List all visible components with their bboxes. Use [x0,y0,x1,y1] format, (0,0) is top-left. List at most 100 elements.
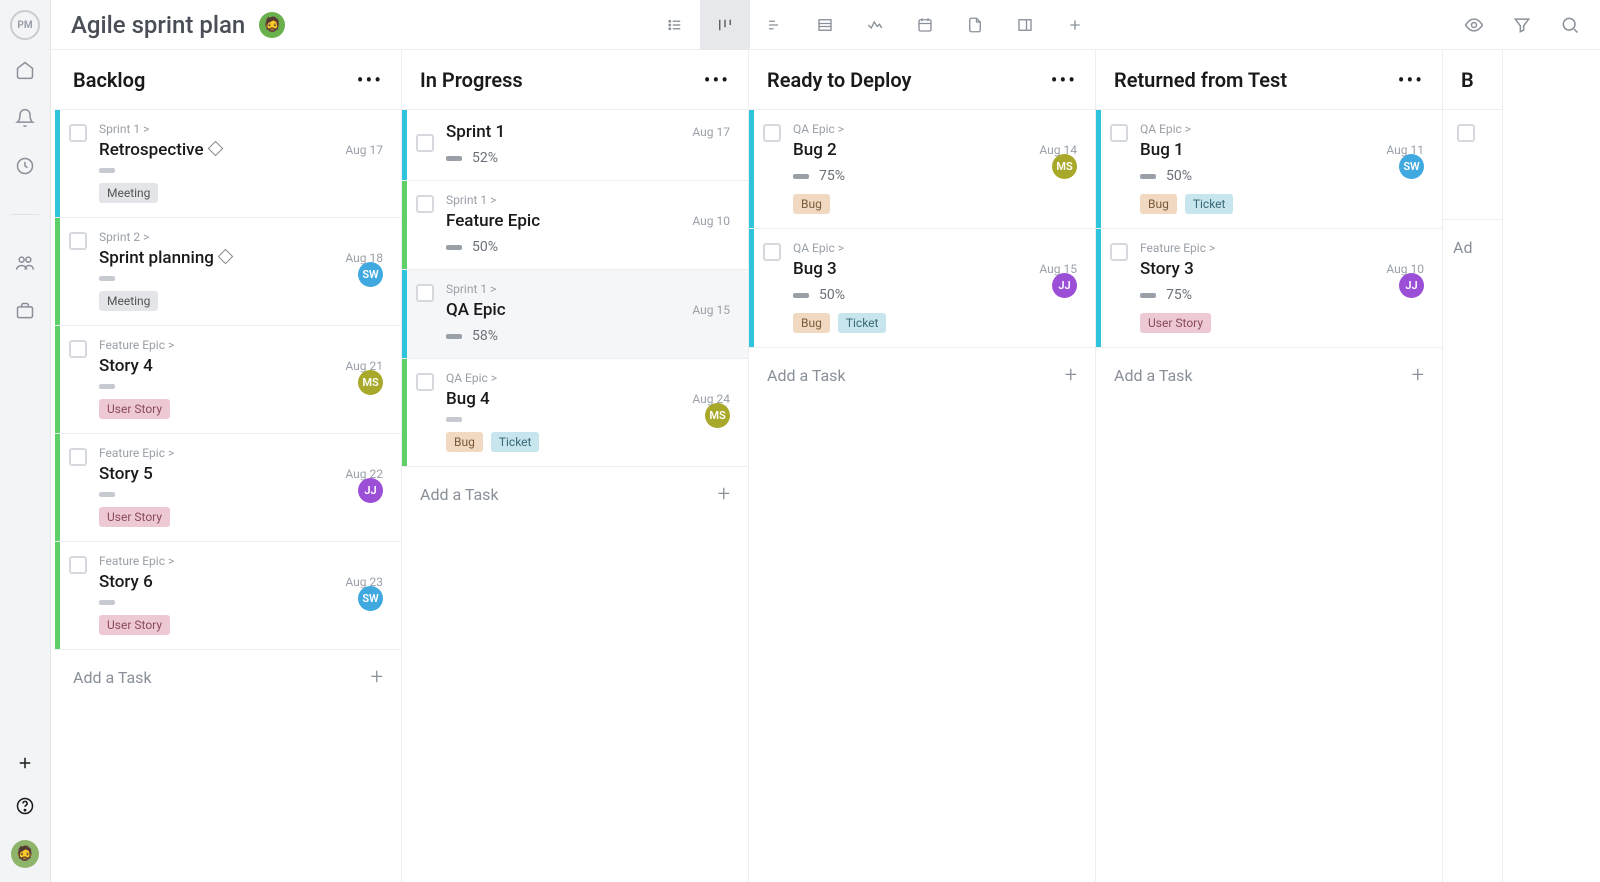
tag-row: User Story [1140,313,1424,333]
task-checkbox[interactable] [69,340,87,358]
tag[interactable]: User Story [99,399,170,419]
assignee-avatar[interactable]: SW [358,586,383,611]
view-workload-icon[interactable] [850,0,900,50]
progress-bar [793,293,809,298]
task-card[interactable]: Sprint 1 >Feature EpicAug 1050% [402,181,748,270]
task-checkbox[interactable] [416,284,434,302]
tag-row: User Story [99,507,383,527]
view-gantt-icon[interactable] [750,0,800,50]
task-card[interactable]: Sprint 1Aug 1752% [402,110,748,181]
add-task-button[interactable]: Add a Task+ [749,348,1095,402]
assignee-avatar[interactable]: MS [358,370,383,395]
task-checkbox[interactable] [416,195,434,213]
progress-percent: 50% [1166,168,1192,184]
view-board-icon[interactable] [700,0,750,50]
task-checkbox[interactable] [1457,124,1475,142]
task-card[interactable]: QA Epic >Bug 1Aug 1150%SWBugTicket [1096,110,1442,229]
user-avatar[interactable]: 🧔 [11,840,39,868]
task-checkbox[interactable] [69,448,87,466]
view-calendar-icon[interactable] [900,0,950,50]
task-date: Aug 17 [692,125,730,139]
task-checkbox[interactable] [763,243,781,261]
tag[interactable]: User Story [99,615,170,635]
progress-bar [99,384,115,389]
task-checkbox[interactable] [69,124,87,142]
task-checkbox[interactable] [416,134,434,152]
view-file-icon[interactable] [950,0,1000,50]
tag[interactable]: Ticket [838,313,887,333]
tag[interactable]: Bug [793,194,830,214]
project-avatar[interactable]: 🧔 [259,12,285,38]
task-card[interactable]: Sprint 1 >RetrospectiveAug 17Meeting [55,110,401,218]
add-task-button[interactable]: Ad [1443,220,1502,274]
task-card[interactable] [1443,110,1502,220]
view-add-icon[interactable] [1050,0,1100,50]
board-column: In Progress•••Sprint 1Aug 1752%Sprint 1 … [402,50,749,882]
assignee-avatar[interactable]: MS [705,403,730,428]
view-table-icon[interactable] [800,0,850,50]
task-title: Bug 4 [446,389,490,409]
task-title: Bug 1 [1140,140,1184,160]
tag[interactable]: Bug [1140,194,1177,214]
filter-icon[interactable] [1512,15,1532,35]
task-card[interactable]: QA Epic >Bug 4Aug 24MSBugTicket [402,359,748,467]
recent-icon[interactable] [15,156,35,176]
view-switcher [650,0,1100,50]
add-task-button[interactable]: Add a Task+ [55,650,401,704]
column-menu-icon[interactable]: ••• [1051,68,1077,92]
tag[interactable]: Meeting [99,183,158,203]
add-task-button[interactable]: Add a Task+ [1096,348,1442,402]
task-checkbox[interactable] [1110,243,1128,261]
task-checkbox[interactable] [1110,124,1128,142]
card-stripe [55,434,60,541]
add-task-button[interactable]: Add a Task+ [402,467,748,521]
tag[interactable]: Ticket [1185,194,1234,214]
task-checkbox[interactable] [69,232,87,250]
view-panel-icon[interactable] [1000,0,1050,50]
app-logo[interactable]: PM [10,10,40,40]
column-body: QA Epic >Bug 1Aug 1150%SWBugTicketFeatur… [1096,110,1442,882]
plus-icon: + [718,482,730,507]
assignee-avatar[interactable]: SW [358,262,383,287]
help-icon[interactable] [15,796,35,816]
column-menu-icon[interactable]: ••• [704,68,730,92]
tag[interactable]: Bug [446,432,483,452]
task-checkbox[interactable] [416,373,434,391]
assignee-avatar[interactable]: JJ [1399,273,1424,298]
portfolio-icon[interactable] [15,301,35,321]
task-card[interactable]: Sprint 2 >Sprint planningAug 18SWMeeting [55,218,401,326]
plus-icon: + [1412,363,1424,388]
team-icon[interactable] [15,253,35,273]
task-card[interactable]: QA Epic >Bug 3Aug 1550%JJBugTicket [749,229,1095,348]
home-icon[interactable] [15,60,35,80]
tag[interactable]: User Story [1140,313,1211,333]
task-card[interactable]: QA Epic >Bug 2Aug 1475%MSBug [749,110,1095,229]
task-card[interactable]: Sprint 1 >QA EpicAug 1558% [402,270,748,359]
task-title: Bug 3 [793,259,837,279]
tag[interactable]: User Story [99,507,170,527]
task-checkbox[interactable] [69,556,87,574]
task-card[interactable]: Feature Epic >Story 6Aug 23SWUser Story [55,542,401,650]
assignee-avatar[interactable]: JJ [1052,273,1077,298]
assignee-avatar[interactable]: JJ [358,478,383,503]
search-icon[interactable] [1560,15,1580,35]
card-stripe [402,270,407,358]
progress-percent: 75% [1166,287,1192,303]
tag[interactable]: Meeting [99,291,158,311]
task-card[interactable]: Feature Epic >Story 4Aug 21MSUser Story [55,326,401,434]
task-card[interactable]: Feature Epic >Story 3Aug 1075%JJUser Sto… [1096,229,1442,348]
visibility-icon[interactable] [1464,15,1484,35]
column-menu-icon[interactable]: ••• [1398,68,1424,92]
board-column: Ready to Deploy•••QA Epic >Bug 2Aug 1475… [749,50,1096,882]
tag[interactable]: Bug [793,313,830,333]
assignee-avatar[interactable]: SW [1399,154,1424,179]
notifications-icon[interactable] [15,108,35,128]
task-card[interactable]: Feature Epic >Story 5Aug 22JJUser Story [55,434,401,542]
view-list-icon[interactable] [650,0,700,50]
add-icon[interactable] [16,754,34,772]
column-menu-icon[interactable]: ••• [357,68,383,92]
tag[interactable]: Ticket [491,432,540,452]
task-checkbox[interactable] [763,124,781,142]
assignee-avatar[interactable]: MS [1052,154,1077,179]
progress-percent: 50% [819,287,845,303]
